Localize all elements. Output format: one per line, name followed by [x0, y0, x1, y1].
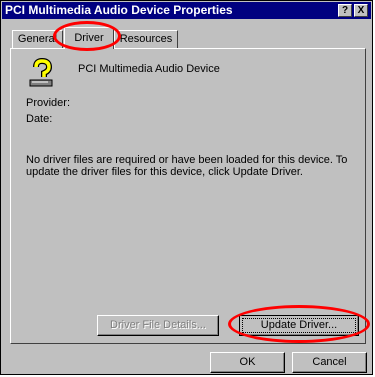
close-button[interactable]: X	[354, 4, 368, 17]
ok-button[interactable]: OK	[210, 352, 285, 373]
update-driver-label: Update Driver...	[242, 318, 356, 333]
provider-label: Provider:	[26, 97, 71, 109]
tab-driver[interactable]: Driver	[64, 27, 114, 49]
update-driver-button[interactable]: Update Driver...	[239, 315, 359, 336]
driver-tab-panel	[10, 48, 366, 344]
device-name: PCI Multimedia Audio Device	[78, 63, 220, 75]
driver-file-details-button[interactable]: Driver File Details...	[97, 315, 219, 336]
tab-resources[interactable]: Resources	[114, 30, 178, 48]
properties-dialog: PCI Multimedia Audio Device Properties ?…	[0, 0, 373, 375]
window-title: PCI Multimedia Audio Device Properties	[5, 3, 233, 17]
date-label: Date:	[26, 113, 53, 125]
help-button[interactable]: ?	[338, 4, 352, 17]
title-bar[interactable]: PCI Multimedia Audio Device Properties ?…	[2, 2, 371, 19]
unknown-device-question-icon	[29, 58, 53, 87]
driver-info-text: No driver files are required or have bee…	[26, 154, 348, 178]
tab-general[interactable]: General	[12, 30, 63, 48]
cancel-button[interactable]: Cancel	[292, 352, 367, 373]
